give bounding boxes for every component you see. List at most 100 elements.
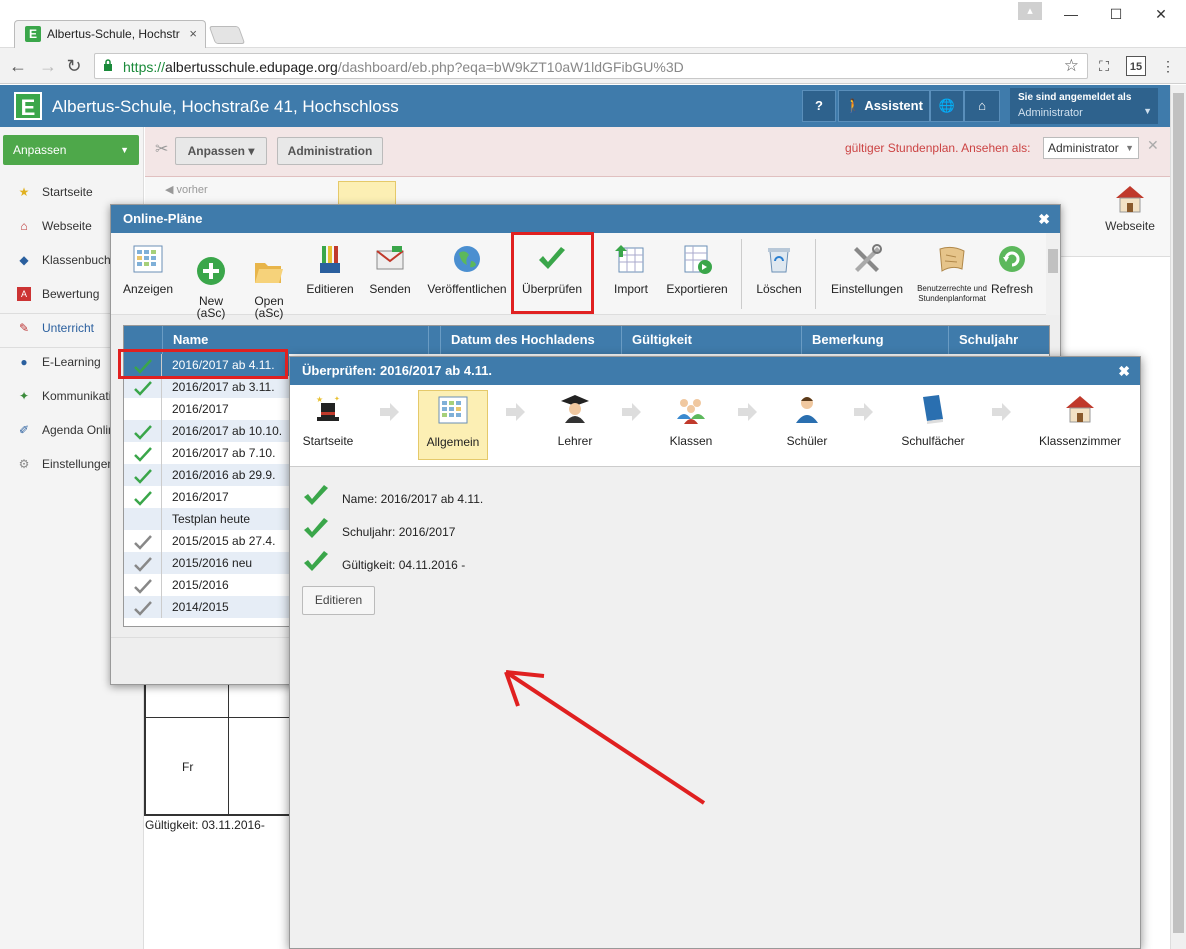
table-row[interactable]: 2015/2016: [124, 574, 289, 596]
url-field[interactable]: https://albertusschule.edupage.org/dashb…: [94, 53, 1088, 79]
minimize-icon[interactable]: —: [1056, 4, 1086, 24]
table-row[interactable]: 2016/2017 ab 7.10.: [124, 442, 289, 464]
loeschen-button[interactable]: Löschen: [751, 243, 807, 295]
open-asc-button[interactable]: Open (aSc): [249, 243, 289, 319]
step-klassenzimmer[interactable]: Klassenzimmer: [1036, 393, 1124, 448]
import-button[interactable]: Import: [609, 243, 653, 295]
maximize-icon[interactable]: ☐: [1101, 4, 1131, 24]
table-row[interactable]: 2016/2017 ab 10.10.: [124, 420, 289, 442]
table-row[interactable]: 2016/2016 ab 29.9.: [124, 464, 289, 486]
import-table-icon: [615, 245, 644, 273]
send-mail-icon: [376, 246, 404, 270]
sidebar-item-startseite[interactable]: ★ Startseite: [0, 178, 144, 206]
globe-button[interactable]: 🌐: [930, 90, 964, 122]
screen-capture-icon[interactable]: ⛶: [1094, 56, 1114, 76]
plan-name: 2016/2017 ab 3.11.: [172, 380, 275, 394]
checkmark-icon: [304, 551, 328, 571]
step-startseite[interactable]: ★ ✦ Startseite: [302, 393, 354, 448]
module-toolbar: ✂ Anpassen ▾ Administration gültiger Stu…: [145, 127, 1170, 177]
table-line: [146, 717, 292, 718]
checkmark-icon: [134, 579, 152, 594]
lock-icon: [104, 59, 112, 71]
scrollbar-thumb[interactable]: [1048, 249, 1058, 273]
home-button[interactable]: ⌂: [964, 90, 1000, 122]
new-tab-button[interactable]: [208, 26, 246, 44]
table-row[interactable]: 2016/2017 ab 3.11.: [124, 376, 289, 398]
forward-icon[interactable]: →: [36, 54, 60, 78]
step-label: Schüler: [786, 434, 828, 448]
reload-icon[interactable]: ↻: [62, 54, 86, 78]
step-label: Klassenzimmer: [1038, 434, 1122, 448]
column-header-school-year[interactable]: Schuljahr: [948, 326, 1050, 354]
checkmark-icon: [304, 518, 328, 538]
senden-button[interactable]: Senden: [365, 243, 415, 295]
step-schulfaecher[interactable]: Schulfächer: [898, 393, 968, 448]
back-icon[interactable]: ←: [6, 54, 30, 78]
svg-text:★: ★: [316, 395, 323, 404]
anpassen-button[interactable]: Anpassen ▾: [175, 137, 267, 165]
house-icon: [1066, 396, 1094, 423]
edupage-favicon-icon: E: [25, 26, 41, 42]
table-row[interactable]: 2015/2016 neu: [124, 552, 289, 574]
calendar-extension-icon[interactable]: 15: [1126, 56, 1146, 76]
back-circle-icon: ◀: [165, 184, 174, 196]
assistent-button[interactable]: 🚶 Assistent: [838, 90, 930, 122]
browser-tab[interactable]: E Albertus-Schule, Hochstr ×: [14, 20, 206, 48]
plan-name: Testplan heute: [172, 512, 251, 526]
dialog-title: Überprüfen: 2016/2017 ab 4.11.: [302, 363, 493, 378]
anzeigen-button[interactable]: Anzeigen: [119, 243, 177, 295]
edupage-logo-icon[interactable]: E: [14, 92, 42, 120]
exportieren-button[interactable]: Exportieren: [663, 243, 731, 295]
step-klassen[interactable]: Klassen: [664, 393, 718, 448]
tool-label: Anzeigen: [122, 282, 174, 296]
table-row[interactable]: 2016/2017: [124, 398, 289, 420]
page-scrollbar[interactable]: [1170, 85, 1186, 949]
step-schueler[interactable]: Schüler: [782, 393, 832, 448]
close-icon[interactable]: ✖: [1038, 205, 1050, 233]
table-row[interactable]: Testplan heute: [124, 508, 289, 530]
highlight-selected-row-box: [118, 349, 288, 379]
einstellungen-tool-button[interactable]: Einstellungen: [825, 243, 909, 295]
tool-label: Open (aSc): [254, 294, 284, 320]
tool-label: Löschen: [756, 282, 802, 296]
toolbar-scrollbar[interactable]: [1046, 233, 1060, 315]
info-school-year-text: Schuljahr: 2016/2017: [342, 525, 456, 539]
profile-icon[interactable]: ▴: [1018, 2, 1042, 20]
bookmark-star-icon[interactable]: ☆: [1064, 56, 1079, 76]
webseite-ribbon-button[interactable]: Webseite: [1093, 183, 1167, 243]
scrollbar-thumb[interactable]: [1173, 93, 1184, 933]
veroeffentlichen-button[interactable]: Veröffentlichen: [425, 243, 509, 295]
step-allgemein[interactable]: Allgemein: [418, 390, 488, 460]
info-validity-text: Gültigkeit: 04.11.2016 -: [342, 558, 466, 572]
previous-button[interactable]: ◀ vorher: [165, 183, 208, 196]
tool-label: New (aSc): [196, 294, 226, 320]
tab-close-icon[interactable]: ×: [189, 26, 197, 41]
view-as-select[interactable]: Administrator ▼: [1043, 137, 1139, 159]
new-asc-button[interactable]: New (aSc): [191, 243, 231, 319]
banner-close-icon[interactable]: ✕: [1147, 137, 1159, 154]
close-icon[interactable]: ✖: [1118, 357, 1130, 385]
benutzerrechte-button[interactable]: Benutzerrechte und Stundenplanformat: [917, 243, 987, 304]
editieren-tool-button[interactable]: Editieren: [301, 243, 359, 295]
house-icon: [1116, 186, 1144, 213]
table-row[interactable]: 2015/2015 ab 27.4.: [124, 530, 289, 552]
table-row[interactable]: 2016/2017: [124, 486, 289, 508]
close-window-icon[interactable]: ✕: [1146, 4, 1176, 24]
column-header-validity[interactable]: Gültigkeit: [621, 326, 801, 354]
checkmark-icon: [134, 469, 152, 484]
column-header-remark[interactable]: Bemerkung: [801, 326, 948, 354]
administration-button[interactable]: Administration: [277, 137, 383, 165]
refresh-button[interactable]: Refresh: [989, 243, 1035, 295]
edit-button[interactable]: Editieren: [302, 586, 375, 615]
column-header-upload-date[interactable]: Datum des Hochladens: [440, 326, 621, 354]
customize-dropdown[interactable]: Anpassen ▼: [3, 135, 139, 165]
help-button[interactable]: ?: [802, 90, 836, 122]
table-row[interactable]: 2014/2015: [124, 596, 289, 618]
login-info-dropdown[interactable]: Sie sind angemeldet als Administrator ▼: [1010, 88, 1158, 124]
chevron-down-icon: ▼: [1143, 106, 1152, 116]
webseite-label: Webseite: [1105, 219, 1155, 233]
step-lehrer[interactable]: Lehrer: [552, 393, 598, 448]
table-cell-status: [124, 464, 162, 486]
menu-dots-icon[interactable]: ⋮: [1158, 56, 1178, 76]
plan-name: 2016/2016 ab 29.9.: [172, 468, 276, 482]
